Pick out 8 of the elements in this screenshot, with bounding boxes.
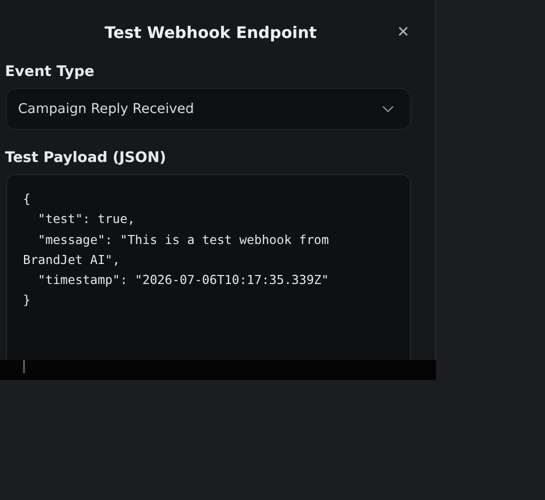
event-type-select[interactable]: Campaign Reply Received [6,88,411,130]
field-label: Event Type [5,64,96,80]
chevron-down-icon [382,105,394,113]
close-button[interactable]: × [395,22,411,42]
field-label: Test Payload (JSON) [5,150,168,166]
dialog-title: Test Webhook Endpoint [104,22,318,42]
payload-textarea[interactable]: { "test": true, "message": "This is a test webhook from BrandJet AI", "timestamp": "2026-07-06T10:17:35.339Z" } [6,174,411,360]
text-cursor-icon [23,360,25,373]
